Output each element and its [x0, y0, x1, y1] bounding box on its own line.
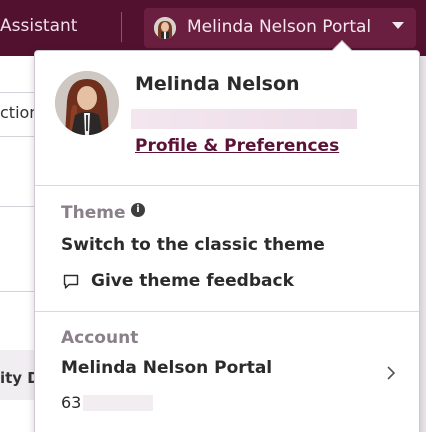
background-page: ction ity D — [0, 56, 34, 432]
avatar — [55, 71, 119, 135]
switch-classic-theme-item[interactable]: Switch to the classic theme — [61, 235, 325, 255]
feedback-label: Give theme feedback — [91, 271, 294, 291]
avatar-small — [154, 17, 176, 39]
top-navigation-bar: Assistant Melinda Nelson Portal — [0, 0, 426, 56]
nav-divider — [121, 12, 122, 42]
feedback-icon — [63, 274, 79, 289]
redacted-portal-id — [83, 395, 153, 411]
account-portal-item[interactable]: Melinda Nelson Portal 63 — [35, 351, 419, 419]
menu-divider — [35, 185, 419, 186]
assistant-nav-item[interactable]: Assistant — [0, 16, 77, 36]
menu-divider — [35, 311, 419, 312]
portal-id: 63 — [61, 393, 82, 412]
divider — [0, 136, 34, 137]
user-name: Melinda Nelson — [135, 73, 300, 95]
redacted-email — [131, 109, 357, 129]
info-icon[interactable]: i — [131, 203, 145, 217]
background-text-fragment: ction — [0, 103, 34, 122]
background-column-header: ity D — [0, 369, 34, 387]
account-heading: Account — [61, 328, 139, 348]
chevron-right-icon — [387, 366, 396, 380]
portal-name: Melinda Nelson Portal — [61, 358, 273, 378]
chevron-down-icon — [392, 22, 404, 29]
divider — [0, 206, 34, 207]
account-menu-button[interactable]: Melinda Nelson Portal — [144, 8, 416, 48]
divider — [0, 291, 34, 292]
profile-preferences-link[interactable]: Profile & Preferences — [135, 136, 339, 156]
account-dropdown-menu: Melinda Nelson Profile & Preferences The… — [34, 40, 420, 432]
portal-name-label: Melinda Nelson Portal — [187, 17, 372, 37]
theme-heading: Theme — [61, 203, 126, 223]
divider — [0, 92, 34, 93]
